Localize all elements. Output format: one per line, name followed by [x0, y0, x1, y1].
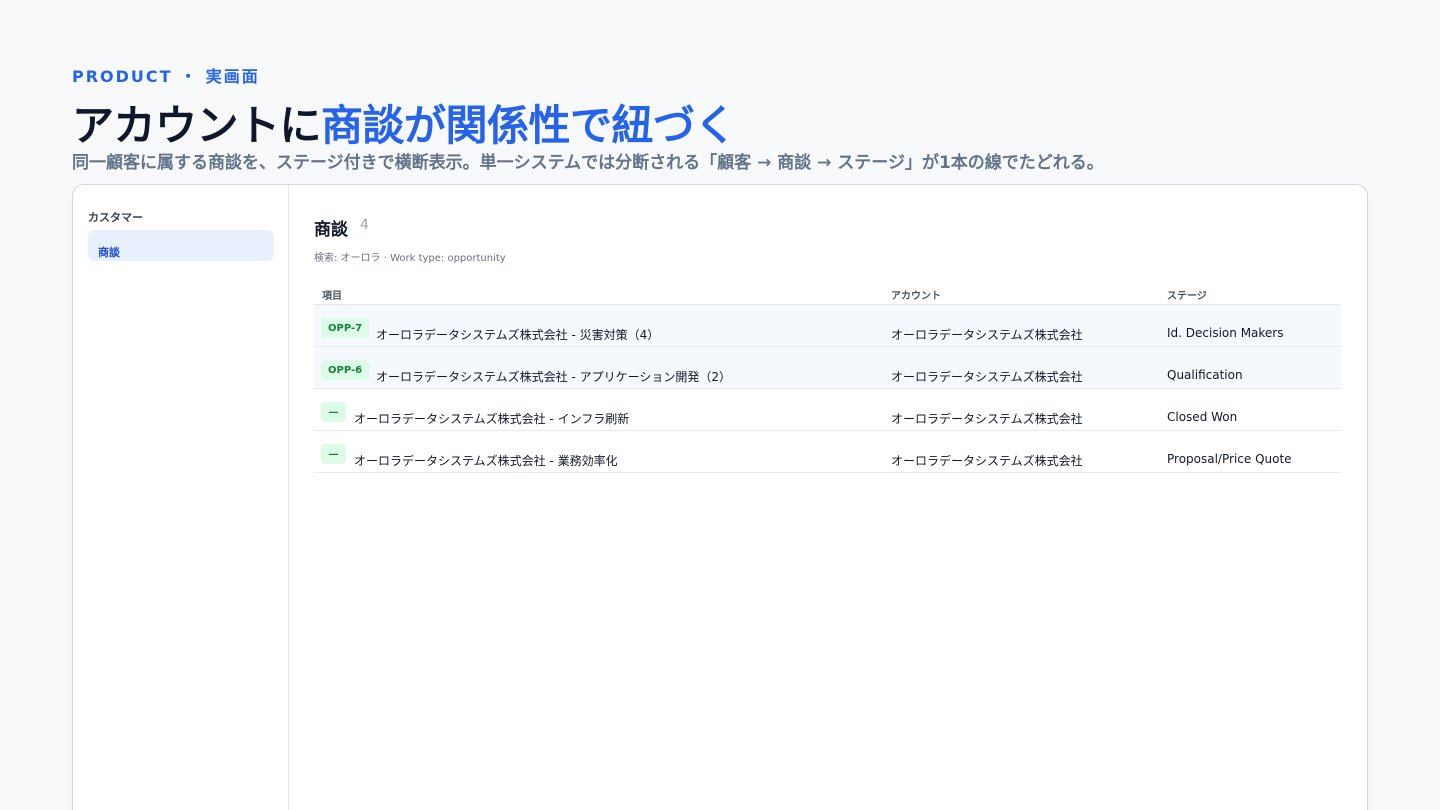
stage-cell: Id. Decision Makers	[1167, 326, 1284, 340]
id-badge: OPP-6	[321, 360, 370, 380]
opportunities-table: 項目 アカウント ステージ OPP-7 オーロラデータシステムズ株式会社 - 災…	[314, 282, 1341, 473]
table-row[interactable]: OPP-7 オーロラデータシステムズ株式会社 - 災害対策（4） オーロラデータ…	[314, 305, 1341, 347]
id-badge: —	[321, 444, 346, 464]
stage-cell: Proposal/Price Quote	[1167, 452, 1292, 466]
app-window: カスタマー 商談 商談 4 検索: オーロラ · Work type: oppo…	[72, 184, 1368, 810]
item-cell[interactable]: オーロラデータシステムズ株式会社 - アプリケーション開発（2）	[376, 368, 731, 385]
sidebar-item-opportunities[interactable]: 商談	[88, 230, 274, 261]
column-header-account[interactable]: アカウント	[891, 287, 941, 302]
column-header-stage[interactable]: ステージ	[1167, 287, 1207, 302]
id-badge: OPP-7	[321, 318, 370, 338]
stage-cell: Qualification	[1167, 368, 1243, 382]
sidebar-item-label: 商談	[98, 246, 120, 259]
headline-accent: 商談が関係性で紐づく	[321, 101, 737, 150]
sidebar-heading: カスタマー	[88, 211, 143, 224]
eyebrow-label: PRODUCT ・ 実画面	[72, 67, 260, 86]
table-header: 項目 アカウント ステージ	[314, 282, 1341, 305]
column-header-item[interactable]: 項目	[322, 287, 342, 302]
result-count: 4	[360, 217, 369, 233]
table-row[interactable]: — オーロラデータシステムズ株式会社 - 業務効率化 オーロラデータシステムズ株…	[314, 431, 1341, 473]
item-cell[interactable]: オーロラデータシステムズ株式会社 - 災害対策（4）	[376, 326, 659, 343]
id-badge: —	[321, 402, 346, 422]
sidebar: カスタマー 商談	[73, 185, 289, 810]
main-content: 商談 4 検索: オーロラ · Work type: opportunity 項…	[314, 185, 1341, 810]
page-title: 商談	[314, 220, 348, 240]
table-row[interactable]: OPP-6 オーロラデータシステムズ株式会社 - アプリケーション開発（2） オ…	[314, 347, 1341, 389]
table-row[interactable]: — オーロラデータシステムズ株式会社 - インフラ刷新 オーロラデータシステムズ…	[314, 389, 1341, 431]
page-subline: 同一顧客に属する商談を、ステージ付きで横断表示。単一システムでは分断される「顧客…	[72, 153, 1104, 173]
item-cell[interactable]: オーロラデータシステムズ株式会社 - 業務効率化	[354, 452, 618, 469]
account-cell[interactable]: オーロラデータシステムズ株式会社	[891, 368, 1083, 385]
filter-summary: 検索: オーロラ · Work type: opportunity	[314, 253, 506, 264]
page-headline: アカウントに商談が関係性で紐づく	[72, 92, 737, 153]
item-cell[interactable]: オーロラデータシステムズ株式会社 - インフラ刷新	[354, 410, 629, 427]
account-cell[interactable]: オーロラデータシステムズ株式会社	[891, 410, 1083, 427]
account-cell[interactable]: オーロラデータシステムズ株式会社	[891, 326, 1083, 343]
account-cell[interactable]: オーロラデータシステムズ株式会社	[891, 452, 1083, 469]
stage-cell: Closed Won	[1167, 410, 1238, 424]
headline-plain: アカウントに	[72, 101, 322, 150]
